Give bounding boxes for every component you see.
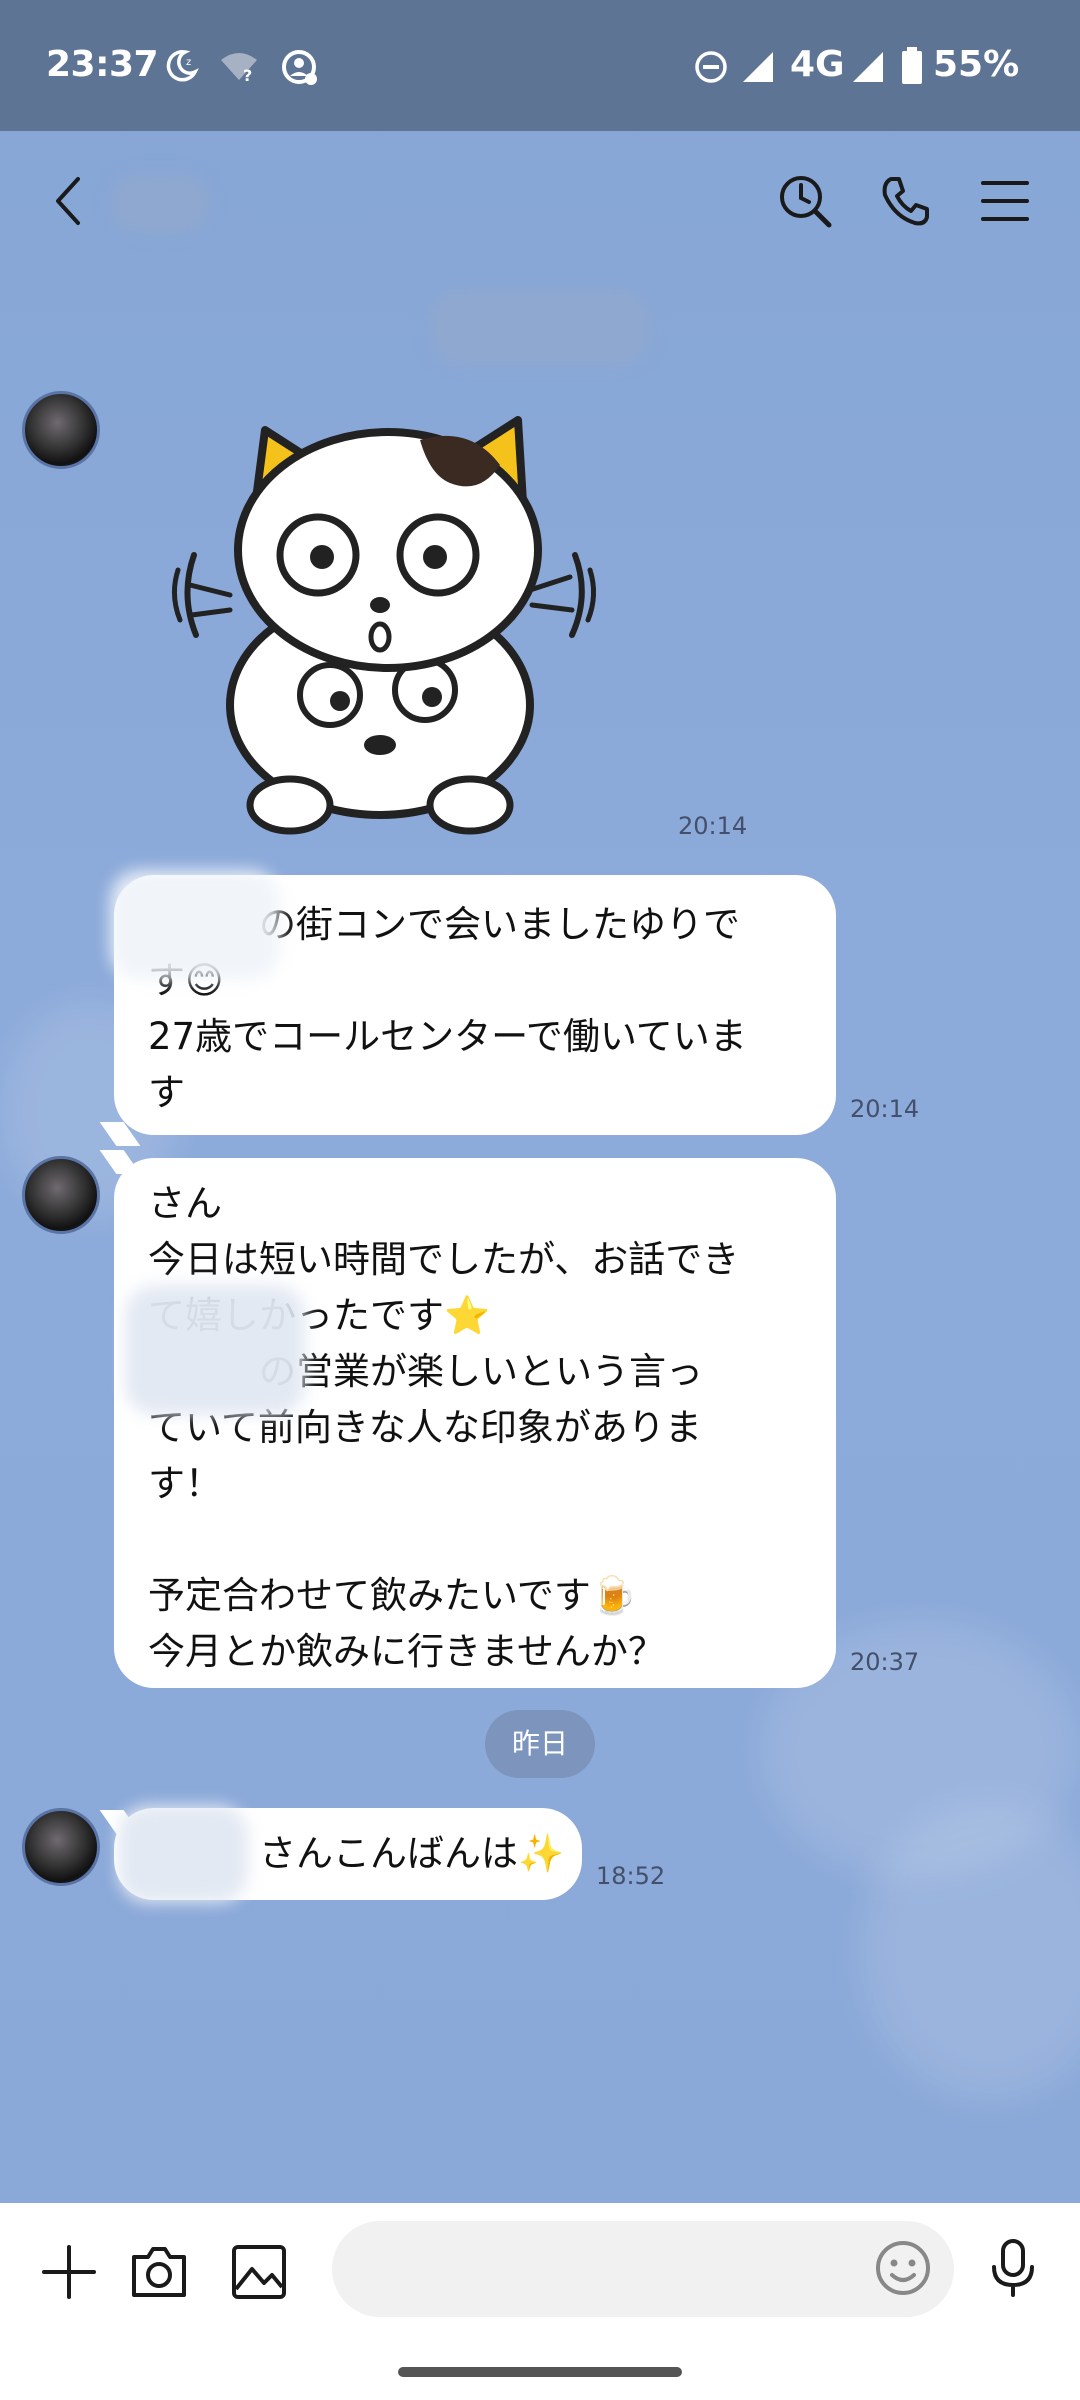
status-time: 23:37 [46,44,159,85]
network-type: 4G [790,44,845,85]
message-text-line: 予定合わせて飲みたいです🍺 [148,1574,637,1617]
dnd-icon [695,51,727,83]
chat-header [0,131,1080,271]
message-text-line: 27歳でコールセンターで働いていま [148,1015,747,1058]
message-text-line: す！ [148,1462,222,1505]
avatar[interactable] [22,1156,100,1234]
blurred-notice [430,290,650,364]
battery-percent: 55% [933,44,1020,85]
message-input-bar [0,2203,1080,2400]
phone-icon[interactable] [875,171,935,231]
blurred-text [118,1805,248,1903]
date-separator: 昨日 [485,1710,595,1778]
tabby-cat-sticker[interactable] [170,405,610,845]
chat-screen: 23:37 z ? 4G 55% 20:14 の街コンで会いましたゆりで す😊 … [0,0,1080,2400]
emoji-icon[interactable] [870,2235,936,2301]
avatar[interactable] [22,391,100,469]
message-text-line [148,1512,802,1568]
message-text-line: 今月とか飲みに行きませんか？ [148,1630,665,1673]
home-indicator[interactable] [398,2367,682,2377]
svg-text:?: ? [243,66,252,82]
message-time: 20:14 [678,812,748,840]
status-bar: 23:37 z ? 4G 55% [0,0,1080,131]
svg-text:z: z [186,57,191,68]
moon-icon: z [166,50,199,82]
blurred-text [125,1285,305,1415]
signal-icon [743,52,773,82]
message-time: 18:52 [596,1862,666,1890]
message-time: 20:37 [850,1648,920,1676]
contact-name [110,173,210,233]
message-text-line: さん [148,1182,222,1225]
back-icon[interactable] [40,171,100,231]
signal-icon [853,52,883,82]
plus-icon[interactable] [36,2239,102,2305]
message-bubble[interactable]: さん 今日は短い時間でしたが、お話でき て嬉しかったです⭐ の営業が楽しいという… [114,1158,836,1688]
timeline-search-icon[interactable] [775,171,835,231]
message-text-line: す [148,1071,185,1114]
sync-account-icon [282,50,317,85]
image-icon[interactable] [226,2239,292,2305]
menu-icon[interactable] [975,171,1035,231]
battery-icon [902,47,922,84]
avatar[interactable] [22,1808,100,1886]
message-text-line: 今日は短い時間でしたが、お話でき [148,1238,740,1281]
blurred-text [110,870,280,980]
wifi-question-icon: ? [221,53,257,82]
message-time: 20:14 [850,1095,920,1123]
message-input[interactable] [332,2221,954,2317]
camera-icon[interactable] [126,2239,192,2305]
microphone-icon[interactable] [980,2235,1046,2301]
